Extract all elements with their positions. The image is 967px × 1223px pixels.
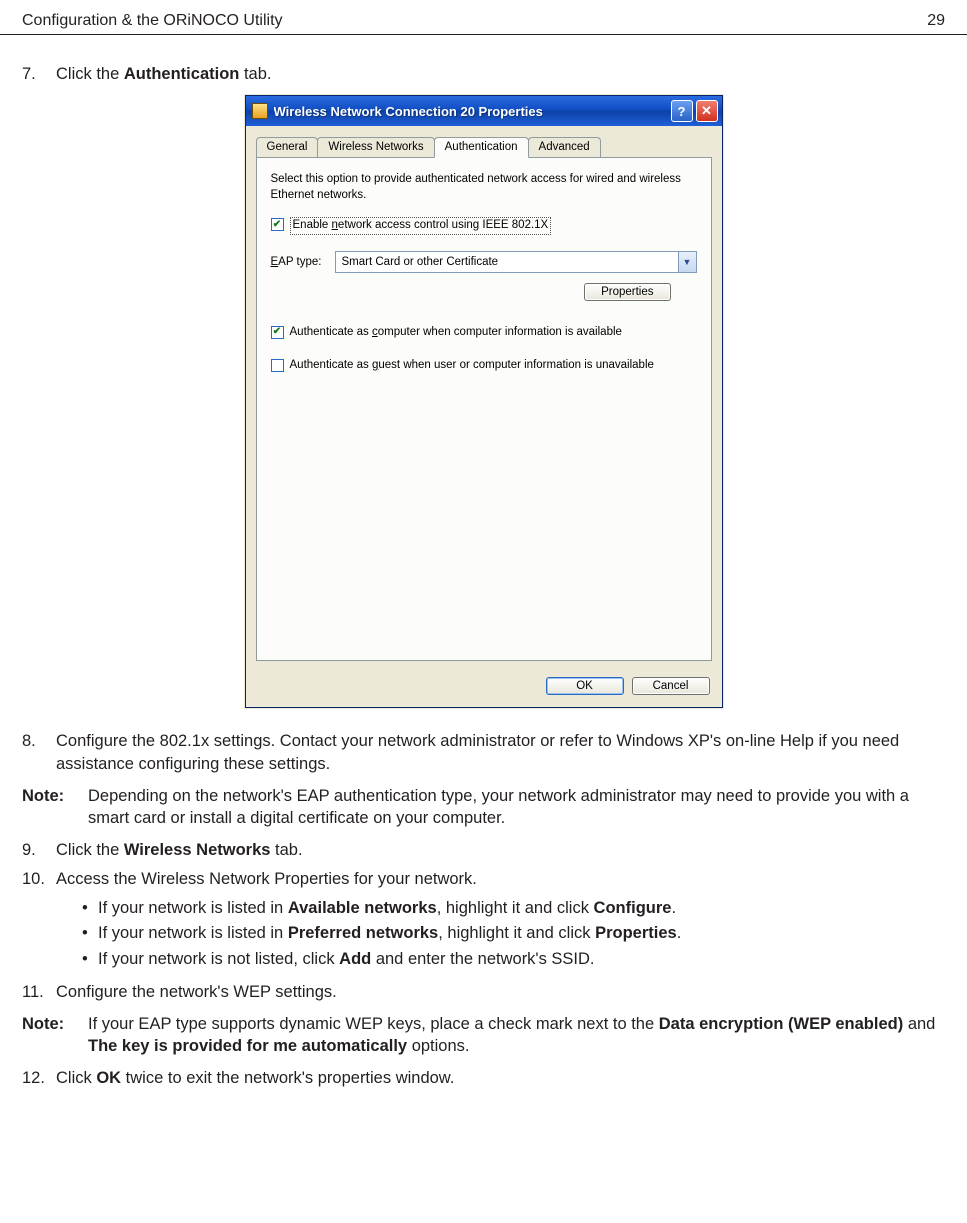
note-label: Note: bbox=[22, 1013, 88, 1058]
note-eap: Note: Depending on the network's EAP aut… bbox=[22, 785, 945, 830]
properties-button[interactable]: Properties bbox=[584, 283, 670, 301]
step-number: 7. bbox=[22, 63, 56, 85]
checkbox-icon[interactable] bbox=[271, 359, 284, 372]
checkbox-auth-as-guest[interactable]: Authenticate as guest when user or compu… bbox=[271, 358, 697, 374]
step-11: 11. Configure the network's WEP settings… bbox=[22, 981, 945, 1003]
dialog-screenshot: Wireless Network Connection 20 Propertie… bbox=[22, 95, 945, 708]
note-text: If your EAP type supports dynamic WEP ke… bbox=[88, 1013, 945, 1058]
tab-wireless-networks[interactable]: Wireless Networks bbox=[317, 137, 434, 158]
xp-dialog: Wireless Network Connection 20 Propertie… bbox=[245, 95, 723, 708]
combo-value: Smart Card or other Certificate bbox=[342, 256, 499, 268]
step-number: 11. bbox=[22, 981, 56, 1003]
checkbox-label: Authenticate as guest when user or compu… bbox=[290, 358, 654, 374]
eap-label: EAP type: bbox=[271, 256, 335, 268]
tab-general[interactable]: General bbox=[256, 137, 319, 158]
checkbox-icon[interactable] bbox=[271, 218, 284, 231]
text-fragment: Click the bbox=[56, 65, 124, 83]
step-10-bullets: If your network is listed in Available n… bbox=[82, 896, 945, 973]
text-bold: Wireless Networks bbox=[124, 841, 271, 859]
text-fragment: If your EAP type supports dynamic WEP ke… bbox=[88, 1015, 659, 1033]
eap-type-combo[interactable]: Smart Card or other Certificate ▼ bbox=[335, 251, 697, 273]
page-content: 7. Click the Authentication tab. Wireles… bbox=[0, 63, 967, 1126]
text-fragment: Authenticate as bbox=[290, 359, 372, 371]
note-label: Note: bbox=[22, 785, 88, 830]
text-fragment: , highlight it and click bbox=[437, 899, 594, 917]
tab-authentication[interactable]: Authentication bbox=[434, 137, 529, 158]
text-bold: Available networks bbox=[288, 899, 437, 917]
chevron-down-icon[interactable]: ▼ bbox=[678, 252, 696, 272]
dialog-buttons: OK Cancel bbox=[246, 671, 722, 707]
step-text: Click the Wireless Networks tab. bbox=[56, 839, 945, 861]
checkbox-auth-as-computer[interactable]: Authenticate as computer when computer i… bbox=[271, 325, 697, 341]
step-number: 9. bbox=[22, 839, 56, 861]
text-fragment: etwork access control using IEEE 802.1X bbox=[338, 219, 548, 231]
step-number: 12. bbox=[22, 1067, 56, 1089]
step-text: Configure the 802.1x settings. Contact y… bbox=[56, 730, 945, 775]
text-fragment: Click the bbox=[56, 841, 124, 859]
page-number: 29 bbox=[927, 12, 945, 30]
text-fragment: If your network is listed in bbox=[98, 924, 288, 942]
text-fragment: tab. bbox=[239, 65, 271, 83]
header-title: Configuration & the ORiNOCO Utility bbox=[22, 12, 283, 30]
tabpanel-authentication: Select this option to provide authentica… bbox=[256, 157, 712, 661]
text-fragment: and enter the network's SSID. bbox=[371, 950, 594, 968]
cancel-button[interactable]: Cancel bbox=[632, 677, 710, 695]
tab-advanced[interactable]: Advanced bbox=[528, 137, 601, 158]
checkbox-label: Enable network access control using IEEE… bbox=[290, 217, 552, 235]
text-fragment: twice to exit the network's properties w… bbox=[121, 1069, 454, 1087]
close-button[interactable]: ✕ bbox=[696, 100, 718, 122]
step-10: 10. Access the Wireless Network Properti… bbox=[22, 868, 945, 890]
text-fragment: Authenticate as bbox=[290, 326, 372, 338]
text-bold: Add bbox=[339, 950, 371, 968]
eap-type-row: EAP type: Smart Card or other Certificat… bbox=[271, 251, 697, 273]
text-fragment: uest when user or computer information i… bbox=[378, 359, 654, 371]
list-item: If your network is not listed, click Add… bbox=[82, 947, 945, 973]
text-bold: Properties bbox=[595, 924, 677, 942]
text-bold: OK bbox=[96, 1069, 121, 1087]
text-fragment: options. bbox=[407, 1037, 469, 1055]
text-fragment: tab. bbox=[270, 841, 302, 859]
titlebar: Wireless Network Connection 20 Propertie… bbox=[246, 96, 722, 126]
text-bold: Data encryption (WEP enabled) bbox=[659, 1015, 904, 1033]
list-item: If your network is listed in Preferred n… bbox=[82, 921, 945, 947]
step-8: 8. Configure the 802.1x settings. Contac… bbox=[22, 730, 945, 775]
text-fragment: , highlight it and click bbox=[438, 924, 595, 942]
window-icon bbox=[252, 103, 268, 119]
step-text: Click OK twice to exit the network's pro… bbox=[56, 1067, 945, 1089]
step-text: Access the Wireless Network Properties f… bbox=[56, 868, 945, 890]
text-fragment: and bbox=[903, 1015, 935, 1033]
list-item: If your network is listed in Available n… bbox=[82, 896, 945, 922]
text-fragment: . bbox=[671, 899, 676, 917]
checkbox-icon[interactable] bbox=[271, 326, 284, 339]
text-fragment: AP type: bbox=[278, 256, 321, 268]
step-12: 12. Click OK twice to exit the network's… bbox=[22, 1067, 945, 1089]
page-header: Configuration & the ORiNOCO Utility 29 bbox=[0, 0, 967, 35]
ok-button[interactable]: OK bbox=[546, 677, 624, 695]
text-fragment: If your network is not listed, click bbox=[98, 950, 339, 968]
text-fragment: omputer when computer information is ava… bbox=[378, 326, 622, 338]
step-number: 10. bbox=[22, 868, 56, 890]
step-text: Click the Authentication tab. bbox=[56, 63, 945, 85]
checkbox-enable-8021x[interactable]: Enable network access control using IEEE… bbox=[271, 217, 697, 235]
help-button[interactable]: ? bbox=[671, 100, 693, 122]
step-text: Configure the network's WEP settings. bbox=[56, 981, 945, 1003]
text-bold: Authentication bbox=[124, 65, 240, 83]
note-text: Depending on the network's EAP authentic… bbox=[88, 785, 945, 830]
text-bold: Configure bbox=[594, 899, 672, 917]
text-bold: Preferred networks bbox=[288, 924, 438, 942]
step-7: 7. Click the Authentication tab. bbox=[22, 63, 945, 85]
window-title: Wireless Network Connection 20 Propertie… bbox=[274, 104, 668, 119]
text-fragment: Click bbox=[56, 1069, 96, 1087]
step-number: 8. bbox=[22, 730, 56, 775]
step-9: 9. Click the Wireless Networks tab. bbox=[22, 839, 945, 861]
checkbox-label: Authenticate as computer when computer i… bbox=[290, 325, 622, 341]
properties-row: Properties bbox=[271, 283, 671, 301]
text-fragment: . bbox=[677, 924, 682, 942]
note-wep: Note: If your EAP type supports dynamic … bbox=[22, 1013, 945, 1058]
text-fragment: If your network is listed in bbox=[98, 899, 288, 917]
text-fragment: Enable bbox=[293, 219, 332, 231]
auth-helptext: Select this option to provide authentica… bbox=[271, 172, 697, 203]
tabstrip: General Wireless Networks Authentication… bbox=[246, 126, 722, 157]
text-bold: The key is provided for me automatically bbox=[88, 1037, 407, 1055]
